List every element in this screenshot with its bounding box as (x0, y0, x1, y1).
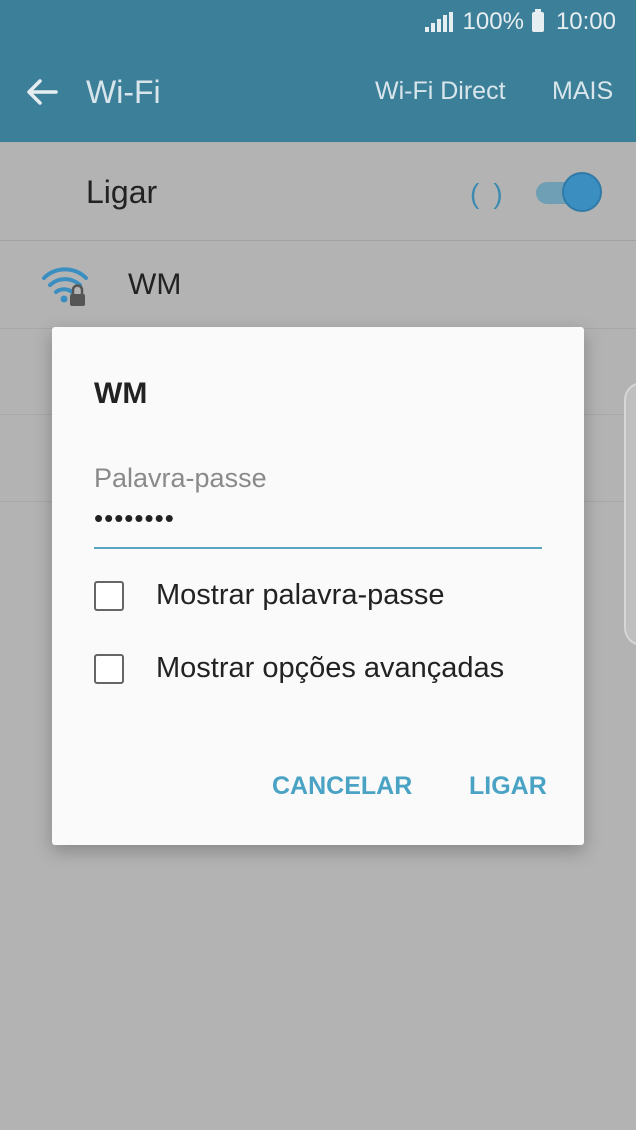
connect-button[interactable]: LIGAR (469, 772, 547, 801)
action-bar: Wi-Fi Wi-Fi Direct MAIS (0, 44, 636, 142)
network-row[interactable]: WM (0, 242, 636, 328)
edge-panel-handle[interactable] (624, 382, 636, 646)
scanning-spinner-icon: () (470, 178, 517, 209)
show-advanced-checkbox[interactable] (94, 654, 124, 684)
signal-icon (424, 12, 453, 32)
password-label: Palavra-passe (94, 463, 267, 493)
clock: 10:00 (555, 8, 616, 35)
wifi-lock-icon (42, 267, 88, 306)
show-password-label: Mostrar palavra-passe (156, 579, 445, 611)
wifi-direct-button[interactable]: Wi-Fi Direct (375, 77, 506, 106)
battery-icon (531, 9, 544, 32)
show-advanced-label: Mostrar opções avançadas (156, 652, 505, 684)
battery-percent: 100% (462, 8, 524, 35)
show-password-option[interactable]: Mostrar palavra-passe (94, 579, 554, 619)
back-arrow-icon[interactable] (24, 74, 60, 110)
status-bar: 100% 10:00 (0, 0, 636, 44)
network-name: WM (128, 268, 182, 301)
wifi-password-dialog: WM Palavra-passe •••••••• Mostrar palavr… (52, 327, 584, 845)
wifi-toggle-label: Ligar (86, 174, 158, 210)
password-underline (94, 547, 542, 549)
password-input[interactable]: •••••••• (94, 503, 175, 534)
cancel-button[interactable]: CANCELAR (272, 772, 412, 801)
show-advanced-option[interactable]: Mostrar opções avançadas (94, 652, 554, 692)
show-password-checkbox[interactable] (94, 581, 124, 611)
wifi-toggle-switch[interactable] (536, 172, 606, 212)
more-button[interactable]: MAIS (552, 77, 613, 106)
dialog-title: WM (94, 377, 148, 410)
wifi-toggle-row[interactable]: Ligar () (0, 142, 636, 241)
page-title: Wi-Fi (86, 74, 161, 110)
